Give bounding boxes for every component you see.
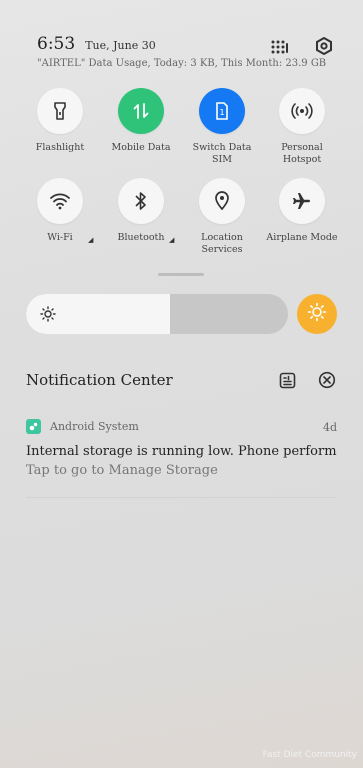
- tile-label: Mobile Data: [111, 142, 171, 153]
- android-system-icon: [26, 419, 41, 434]
- status-header: 6:53 Tue, June 30: [37, 34, 156, 54]
- tile-label: Flashlight: [35, 142, 85, 153]
- divider: [26, 497, 337, 498]
- notification-body: Tap to go to Manage Storage: [26, 463, 218, 478]
- tile-label: Location Services: [201, 232, 243, 255]
- airplane-icon[interactable]: [279, 178, 325, 224]
- tile-mobile-data[interactable]: Mobile Data: [101, 88, 181, 154]
- brightness-low-icon: [40, 306, 56, 326]
- flashlight-icon[interactable]: [37, 88, 83, 134]
- tile-personal-hotspot[interactable]: Personal Hotspot: [262, 88, 342, 166]
- tile-bluetooth[interactable]: Bluetooth ◢: [101, 178, 181, 244]
- notification-settings-icon[interactable]: [279, 372, 296, 393]
- tile-location-services[interactable]: Location Services: [182, 178, 262, 256]
- header-actions: [271, 36, 333, 59]
- watermark: Fast Diet Community: [262, 750, 357, 760]
- notification-time: 4d: [322, 421, 337, 434]
- location-icon[interactable]: [199, 178, 245, 224]
- tile-label: Personal Hotspot: [281, 142, 323, 165]
- notification-app-row: Android System: [26, 419, 337, 434]
- expand-caret-icon[interactable]: ◢: [169, 236, 174, 244]
- settings-gear-icon[interactable]: [315, 36, 333, 59]
- auto-brightness-button[interactable]: [297, 294, 337, 334]
- clock[interactable]: 6:53: [37, 34, 75, 54]
- bluetooth-icon[interactable]: [118, 178, 164, 224]
- tile-switch-data-sim[interactable]: 1 Switch Data SIM: [182, 88, 262, 166]
- tile-wifi[interactable]: Wi-Fi ◢: [20, 178, 100, 244]
- tile-label: Airplane Mode: [266, 232, 338, 243]
- sim-icon[interactable]: 1: [199, 88, 245, 134]
- sun-icon: [307, 302, 327, 326]
- drag-handle[interactable]: [158, 273, 204, 276]
- tile-airplane-mode[interactable]: Airplane Mode: [262, 178, 342, 244]
- hotspot-icon[interactable]: [279, 88, 325, 134]
- wifi-icon[interactable]: [37, 178, 83, 224]
- date[interactable]: Tue, June 30: [85, 39, 156, 52]
- notification-center-title: Notification Center: [26, 371, 173, 389]
- tile-flashlight[interactable]: Flashlight: [20, 88, 100, 154]
- notification-actions: [279, 371, 336, 393]
- expand-caret-icon[interactable]: ◢: [88, 236, 93, 244]
- grid-edit-icon[interactable]: [271, 39, 289, 58]
- svg-text:1: 1: [219, 108, 224, 117]
- brightness-slider[interactable]: [26, 294, 288, 334]
- tile-label: Switch Data SIM: [192, 142, 252, 165]
- clear-all-icon[interactable]: [318, 371, 336, 393]
- notification-title: Internal storage is running low. Phone p…: [26, 444, 337, 459]
- notification-card[interactable]: Android System 4d Internal storage is ru…: [26, 419, 337, 478]
- data-usage-text: "AIRTEL" Data Usage, Today: 3 KB, This M…: [37, 58, 327, 69]
- mobile-data-icon[interactable]: [118, 88, 164, 134]
- notification-app-name: Android System: [50, 420, 139, 433]
